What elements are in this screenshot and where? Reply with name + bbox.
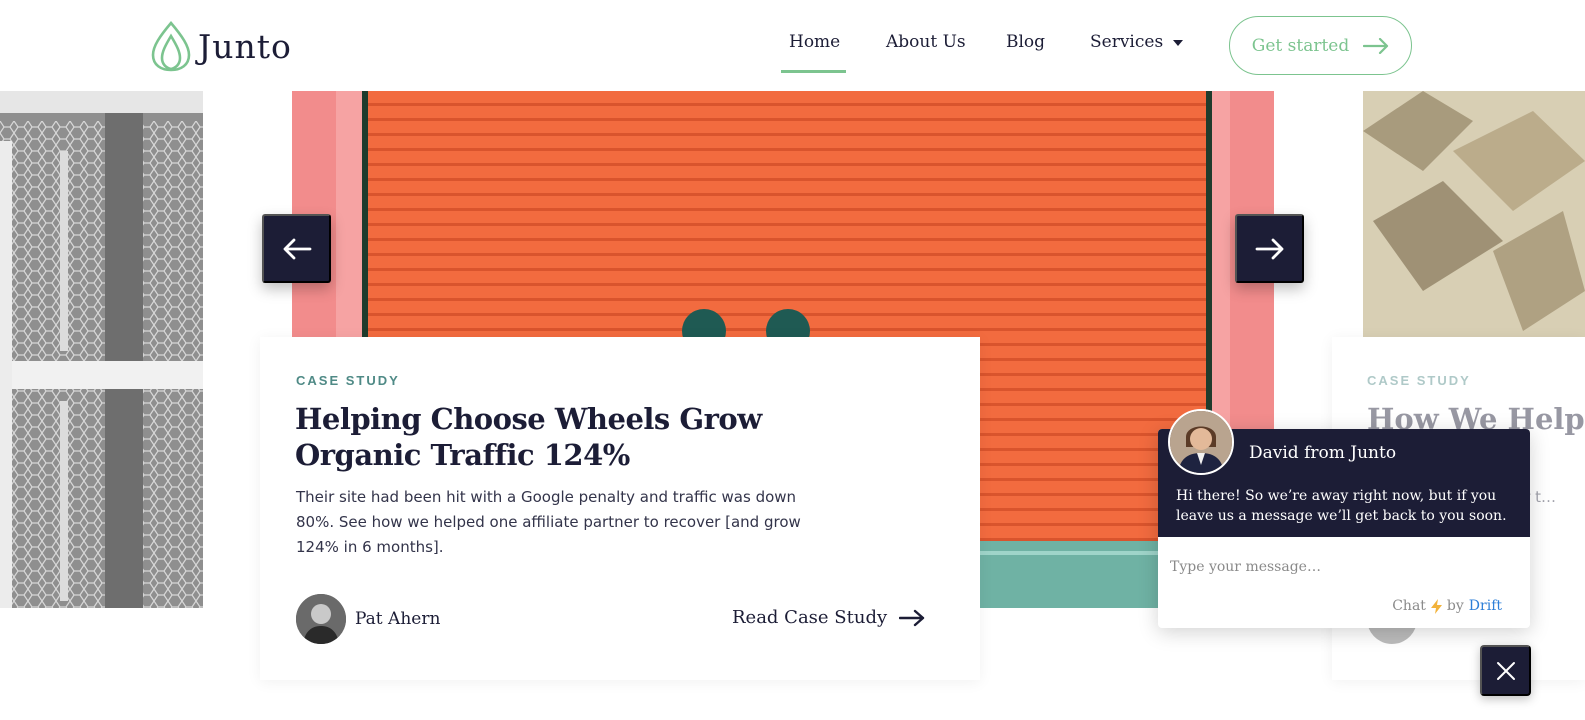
chat-branding-by: by [1446, 598, 1464, 614]
nav-services-label: Services [1090, 32, 1164, 52]
case-study-tag: CASE STUDY [1367, 373, 1471, 388]
person-avatar-icon [1170, 411, 1232, 473]
arrow-right-icon [1255, 238, 1283, 259]
chat-close-button[interactable] [1480, 645, 1531, 696]
chat-welcome-message: Hi there! So we’re away right now, but i… [1176, 488, 1507, 524]
metal-grid-photo [0, 91, 203, 608]
chat-branding-name: Drift [1468, 598, 1502, 614]
chat-message-input[interactable] [1170, 559, 1510, 575]
case-study-tag: CASE STUDY [296, 373, 400, 388]
nav-home[interactable]: Home [789, 32, 840, 52]
get-started-label: Get started [1251, 35, 1350, 56]
active-nav-indicator [781, 70, 846, 73]
carousel-photo-next [1363, 91, 1585, 337]
author-avatar [296, 594, 346, 644]
case-study-title[interactable]: Helping Choose Wheels Grow Organic Traff… [295, 401, 855, 473]
arrow-right-icon [899, 609, 925, 626]
close-icon [1496, 661, 1515, 680]
carousel-prev-button[interactable] [262, 214, 331, 283]
arrow-left-icon [283, 238, 311, 259]
caret-down-icon [1173, 39, 1184, 46]
lightning-icon [1430, 598, 1442, 614]
nav-about-us[interactable]: About Us [886, 32, 966, 52]
site-header: Junto Home About Us Blog Services Get st… [0, 0, 1585, 91]
case-study-card: CASE STUDY Helping Choose Wheels Grow Or… [260, 337, 980, 680]
carousel-next-button[interactable] [1235, 214, 1304, 283]
author-name: Pat Ahern [355, 609, 441, 629]
chat-header: David from Junto Hi there! So we’re away… [1158, 409, 1530, 537]
case-study-description: Their site had been hit with a Google pe… [296, 488, 801, 556]
leaf-logo-icon [151, 20, 191, 72]
read-case-study-label: Read Case Study [732, 607, 888, 628]
leaves-photo [1363, 91, 1585, 337]
carousel-photo-previous [0, 91, 203, 608]
chat-agent-name: David from Junto [1249, 443, 1397, 463]
chat-widget: David from Junto Hi there! So we’re away… [1158, 409, 1530, 628]
nav-blog[interactable]: Blog [1006, 32, 1045, 52]
chat-branding-prefix: Chat [1392, 598, 1426, 614]
person-avatar-icon [296, 594, 346, 644]
arrow-right-icon [1363, 37, 1389, 54]
read-case-study-link[interactable]: Read Case Study [732, 607, 925, 628]
logo-wordmark: Junto [198, 26, 292, 66]
author: Pat Ahern [296, 594, 440, 644]
nav-services[interactable]: Services [1090, 32, 1184, 52]
chat-branding[interactable]: Chat by Drift [1392, 598, 1502, 614]
get-started-button[interactable]: Get started [1229, 16, 1412, 75]
logo[interactable]: Junto [150, 20, 292, 72]
chat-agent-avatar [1168, 409, 1234, 475]
